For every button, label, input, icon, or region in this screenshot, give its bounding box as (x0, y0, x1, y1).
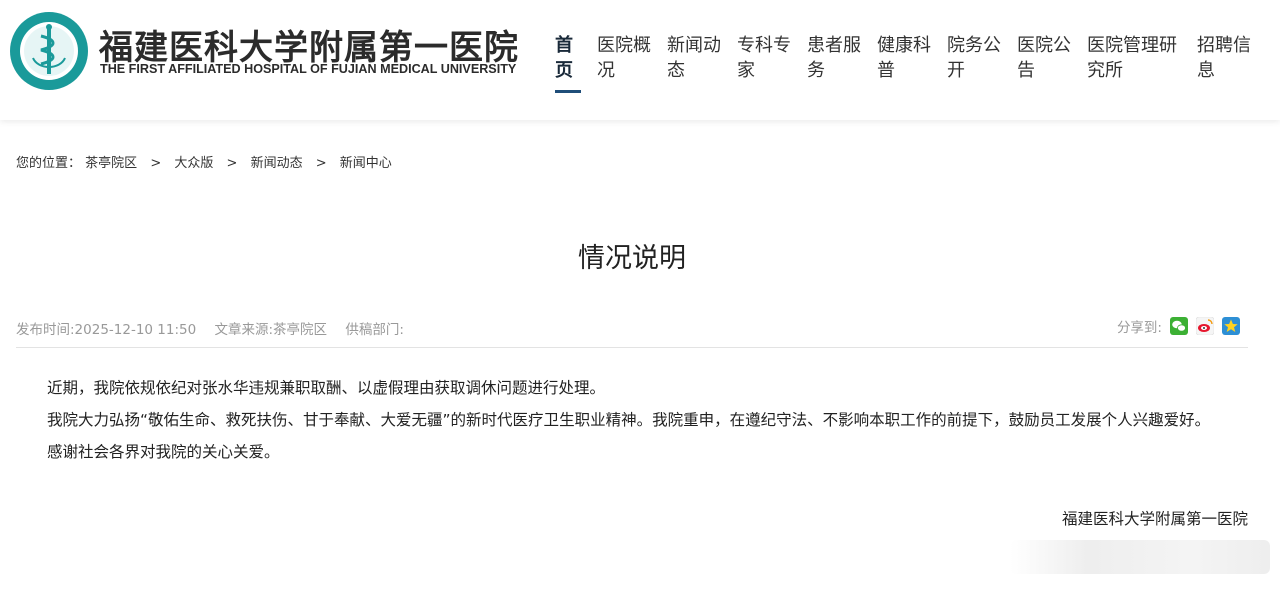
breadcrumb-separator: > (315, 156, 327, 171)
weibo-icon[interactable] (1196, 317, 1214, 335)
article-paragraph: 我院大力弘扬“敬佑生命、救死扶伤、甘于奉献、大爱无疆”的新时代医疗卫生职业精神。… (47, 411, 1211, 429)
article-source: 文章来源:茶亭院区 (214, 322, 328, 338)
hospital-name-en: THE FIRST AFFILIATED HOSPITAL OF FUJIAN … (100, 62, 517, 76)
nav-item-announcements[interactable]: 医院公告 (1017, 33, 1071, 83)
nav-item-hospital-overview[interactable]: 医院概况 (597, 33, 651, 83)
nav-item-management-institute[interactable]: 医院管理研 究所 (1087, 33, 1177, 83)
breadcrumb-item-news[interactable]: 新闻动态 (251, 156, 303, 171)
article-paragraph: 近期，我院依规依纪对张水华违规兼职取酬、以虚假理由获取调休问题进行处理。 (47, 379, 606, 397)
nav-item-news[interactable]: 新闻动态 (667, 33, 721, 83)
share-bar: 分享到: (1117, 316, 1240, 336)
breadcrumb-item-public-version[interactable]: 大众版 (174, 156, 213, 171)
breadcrumb-item-chating-campus[interactable]: 茶亭院区 (85, 156, 137, 171)
nav-item-recruitment[interactable]: 招聘信息 (1197, 33, 1251, 83)
nav-item-health-education[interactable]: 健康科普 (877, 33, 931, 83)
contributing-department: 供稿部门: (345, 322, 404, 338)
article-paragraph: 感谢社会各界对我院的关心关爱。 (47, 443, 280, 461)
blurred-overlay (1010, 540, 1270, 574)
nav-item-patient-services[interactable]: 患者服务 (807, 33, 861, 83)
share-label: 分享到: (1116, 320, 1162, 336)
breadcrumb-separator: > (226, 156, 238, 171)
breadcrumb-item-news-center[interactable]: 新闻中心 (340, 156, 392, 171)
nav-item-affairs-disclosure[interactable]: 院务公开 (947, 33, 1001, 83)
breadcrumb-label: 您的位置： (16, 156, 82, 171)
nav-item-home[interactable]: 首页 (555, 33, 573, 83)
hospital-logo-icon[interactable] (8, 10, 90, 92)
article-body: 近期，我院依规依纪对张水华违规兼职取酬、以虚假理由获取调休问题进行处理。 我院大… (16, 372, 1248, 468)
breadcrumb-separator: > (150, 156, 162, 171)
wechat-icon[interactable] (1170, 317, 1188, 335)
qzone-icon[interactable] (1222, 317, 1240, 335)
nav-active-indicator (555, 90, 581, 93)
meta-divider (16, 347, 1248, 348)
nav-item-specialties-experts[interactable]: 专科专家 (737, 33, 791, 83)
article-signature: 福建医科大学附属第一医院 (1061, 510, 1248, 528)
site-header: 福建医科大学附属第一医院 THE FIRST AFFILIATED HOSPIT… (0, 0, 1280, 120)
article-title: 情况说明 (578, 243, 686, 274)
publish-time: 发布时间:2025-12-10 11:50 (16, 322, 197, 338)
article-meta: 发布时间:2025-12-10 11:50 文章来源:茶亭院区 供稿部门: (16, 318, 418, 338)
breadcrumb: 您的位置： 茶亭院区 > 大众版 > 新闻动态 > 新闻中心 (16, 152, 392, 171)
